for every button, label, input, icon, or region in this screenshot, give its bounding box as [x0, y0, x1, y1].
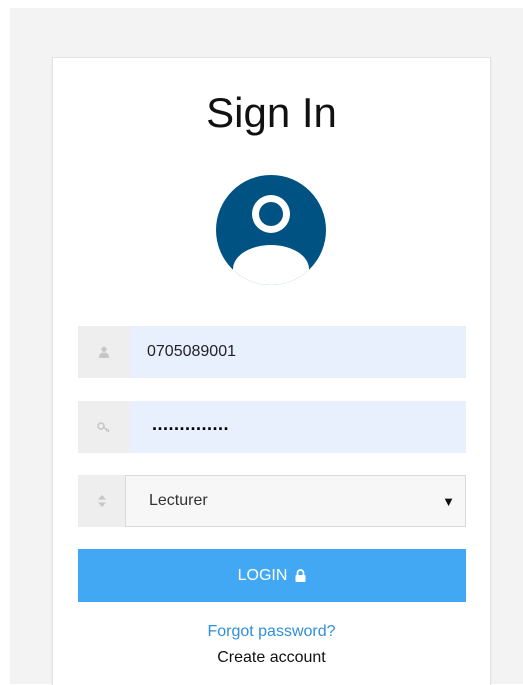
- sort-icon: [78, 475, 125, 527]
- user-icon: [78, 326, 130, 378]
- create-account-link[interactable]: Create account: [53, 649, 490, 667]
- username-input[interactable]: 0705089001: [130, 326, 466, 378]
- forgot-password-link[interactable]: Forgot password?: [53, 623, 490, 641]
- login-label: LOGIN: [237, 566, 288, 584]
- username-group: 0705089001: [78, 326, 466, 378]
- role-group: Lecturer ▼: [78, 475, 466, 527]
- password-input[interactable]: ..............: [130, 401, 466, 453]
- sign-in-card: Sign In 0705089001 .............. Lectur…: [52, 57, 491, 685]
- role-selected-value: Lecturer: [149, 492, 208, 509]
- login-button[interactable]: LOGIN: [78, 549, 466, 602]
- user-avatar-icon: [216, 175, 326, 285]
- lock-icon: [295, 569, 306, 582]
- caret-down-icon: ▼: [442, 494, 455, 509]
- page-title: Sign In: [206, 89, 337, 136]
- password-group: ..............: [78, 401, 466, 453]
- key-icon: [78, 401, 130, 453]
- role-select[interactable]: Lecturer ▼: [125, 475, 466, 527]
